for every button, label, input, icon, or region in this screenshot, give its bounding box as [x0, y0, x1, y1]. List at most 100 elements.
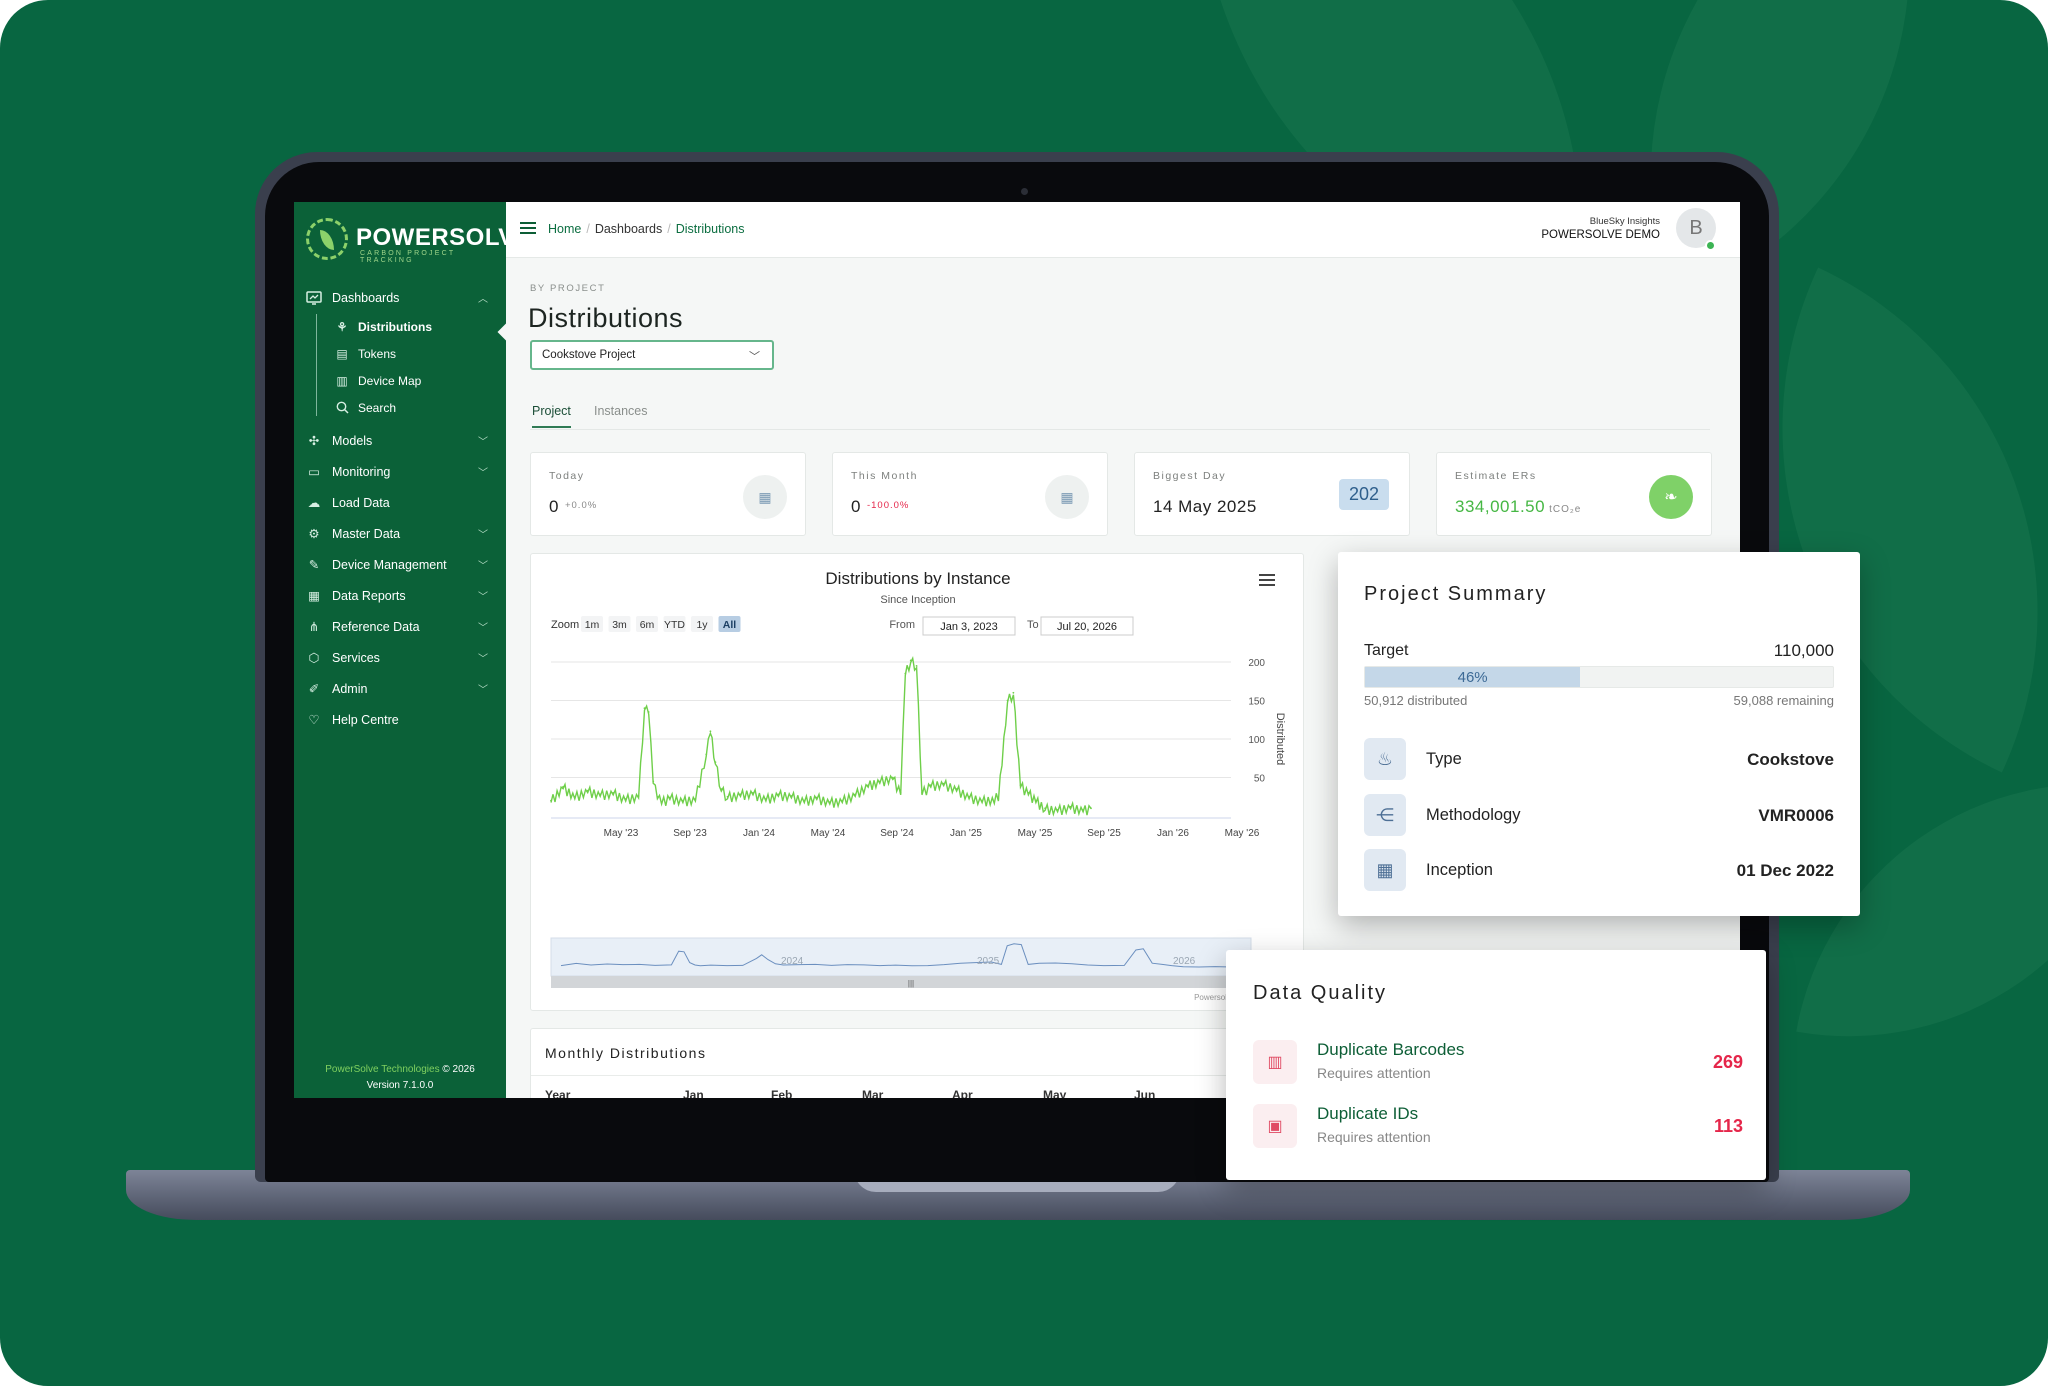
- x-tick-label: Sep '24: [880, 828, 914, 839]
- menu-icon[interactable]: [520, 222, 536, 224]
- monthly-distributions-card: Monthly Distributions Year Jan Feb Mar A…: [530, 1028, 1305, 1098]
- data-point: [1035, 799, 1037, 802]
- data-point: [777, 793, 780, 796]
- data-point: [562, 785, 565, 788]
- kpi-today: Today 0 +0.0% ▦: [530, 452, 806, 536]
- chart-menu-icon[interactable]: [1259, 574, 1275, 576]
- sidebar-subitem-label: Tokens: [358, 346, 397, 361]
- sidebar-item-master-data[interactable]: ⚙ Master Data ﹀: [294, 518, 506, 549]
- data-point: [915, 664, 918, 667]
- zoom-button-label: 3m: [612, 619, 627, 631]
- footer-year: © 2026: [442, 1064, 475, 1075]
- scrollbar-grip-icon: |||: [908, 979, 914, 988]
- data-point: [828, 801, 831, 804]
- device-management-icon: ✎: [308, 558, 320, 572]
- sidebar-item-label: Reference Data: [332, 619, 420, 634]
- navigator-scrollbar[interactable]: [551, 976, 1251, 988]
- quality-row-label[interactable]: Duplicate IDs: [1317, 1104, 1418, 1124]
- data-point: [714, 761, 717, 763]
- master-data-icon: ⚙: [308, 527, 320, 541]
- project-select[interactable]: Cookstove Project ﹀: [530, 340, 774, 370]
- sidebar-subitem-device-map[interactable]: ▥ Device Map: [294, 367, 506, 394]
- data-point: [1027, 792, 1030, 794]
- tab-instances[interactable]: Instances: [594, 404, 648, 418]
- sidebar-item-admin[interactable]: ✐ Admin ﹀: [294, 673, 506, 704]
- admin-icon: ✐: [308, 682, 320, 696]
- data-point: [1069, 805, 1072, 808]
- target-progress-bar: 46%: [1364, 666, 1834, 688]
- brand-logo[interactable]: POWERSOLVE CARBON PROJECT TRACKING: [306, 216, 531, 264]
- sidebar-item-services[interactable]: ⬡ Services ﹀: [294, 642, 506, 673]
- sidebar-item-reference-data[interactable]: ⋔ Reference Data ﹀: [294, 611, 506, 642]
- sidebar-item-device-management[interactable]: ✎ Device Management ﹀: [294, 549, 506, 580]
- kpi-value-row: 334,001.50 tCO₂e: [1455, 497, 1581, 517]
- sidebar-item-data-reports[interactable]: ▦ Data Reports ﹀: [294, 580, 506, 611]
- organization-info[interactable]: BlueSky Insights POWERSOLVE DEMO: [1541, 216, 1660, 241]
- sidebar-item-help-centre[interactable]: ♡ Help Centre: [294, 704, 506, 735]
- zoom-button-label: 6m: [640, 619, 655, 631]
- sidebar-item-label: Admin: [332, 681, 368, 696]
- y-axis-title: Distributed: [1274, 713, 1286, 766]
- calendar-icon[interactable]: ▦: [1045, 475, 1089, 519]
- data-quality-card: Data Quality ▥ Duplicate Barcodes Requir…: [1226, 950, 1766, 1180]
- sidebar-subitem-search[interactable]: Search: [294, 394, 506, 421]
- logo-icon: [306, 218, 348, 260]
- data-point: [955, 788, 958, 790]
- sidebar-subitem-distributions[interactable]: ⚘ Distributions: [294, 313, 506, 340]
- chevron-down-icon: ﹀: [478, 685, 488, 696]
- kpi-badge: 202: [1338, 479, 1389, 510]
- sidebar-item-label: Models: [332, 433, 373, 448]
- kpi-value-row: 0 -100.0%: [851, 497, 909, 517]
- tokens-icon: ▤: [336, 346, 348, 361]
- cloud-upload-icon: ☁: [307, 496, 321, 510]
- quality-row-count: 113: [1713, 1116, 1743, 1136]
- data-point: [669, 796, 671, 799]
- kpi-label: Biggest Day: [1153, 470, 1227, 482]
- data-point: [637, 795, 640, 797]
- summary-row-methodology: ⋲ Methodology VMR0006: [1364, 792, 1834, 838]
- x-tick-label: May '26: [1225, 828, 1260, 839]
- from-label: From: [889, 619, 915, 631]
- breadcrumb-dashboards[interactable]: Dashboards: [595, 222, 662, 236]
- navigator-label: 2026: [1173, 956, 1196, 967]
- navigator-label: 2025: [977, 956, 1000, 967]
- chevron-down-icon: ﹀: [478, 623, 488, 634]
- monthly-title: Monthly Distributions: [545, 1045, 707, 1061]
- sidebar-item-dashboards[interactable]: Dashboards ︿: [294, 282, 506, 313]
- tab-project[interactable]: Project: [532, 404, 571, 428]
- sidebar-item-load-data[interactable]: ☁ Load Data: [294, 487, 506, 518]
- sidebar-item-monitoring[interactable]: ▭ Monitoring ﹀: [294, 456, 506, 487]
- kpi-value: 14 May 2025: [1153, 497, 1257, 516]
- quality-row-status: Requires attention: [1317, 1065, 1431, 1081]
- sidebar-subitem-tokens[interactable]: ▤ Tokens: [294, 340, 506, 367]
- data-reports-icon: ▦: [308, 589, 320, 603]
- breadcrumb-home[interactable]: Home: [548, 222, 581, 236]
- from-date-value: Jan 3, 2023: [940, 621, 998, 633]
- quality-row-status: Requires attention: [1317, 1129, 1431, 1145]
- data-point: [1090, 807, 1092, 810]
- data-point: [841, 799, 844, 802]
- data-point: [573, 795, 576, 798]
- leaf-icon[interactable]: ❧: [1649, 475, 1693, 519]
- data-point: [968, 795, 971, 798]
- chevron-up-icon: ︿: [478, 294, 488, 305]
- sidebar-item-label: Dashboards: [332, 290, 400, 305]
- data-point: [720, 788, 723, 790]
- services-icon: ⬡: [308, 651, 320, 665]
- quality-row-duplicate-barcodes[interactable]: ▥ Duplicate Barcodes Requires attention …: [1253, 1038, 1743, 1090]
- chevron-down-icon: ﹀: [478, 437, 488, 448]
- kpi-estimate-ers: Estimate ERs 334,001.50 tCO₂e ❧: [1436, 452, 1712, 536]
- quality-row-duplicate-ids[interactable]: ▣ Duplicate IDs Requires attention 113: [1253, 1102, 1743, 1154]
- data-point: [647, 711, 650, 713]
- models-icon: ✣: [308, 434, 320, 448]
- sidebar-item-label: Services: [332, 650, 380, 665]
- chevron-down-icon: ﹀: [478, 561, 488, 572]
- quality-row-label[interactable]: Duplicate Barcodes: [1317, 1040, 1464, 1060]
- data-point: [709, 730, 712, 733]
- summary-row-label: Type: [1426, 750, 1462, 768]
- barcode-scan-icon: ▥: [1253, 1040, 1297, 1084]
- kpi-value: 334,001.50: [1455, 497, 1546, 516]
- sidebar-item-models[interactable]: ✣ Models ﹀: [294, 425, 506, 456]
- chevron-down-icon: ﹀: [478, 468, 488, 479]
- calendar-icon[interactable]: ▦: [743, 475, 787, 519]
